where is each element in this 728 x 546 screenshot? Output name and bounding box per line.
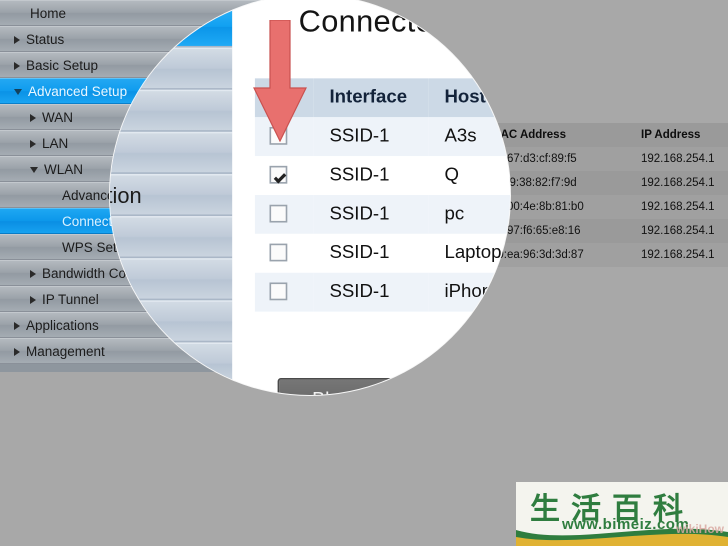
sidebar-item-text: WLAN bbox=[44, 162, 84, 177]
sidebar-item-label: WAN bbox=[0, 110, 73, 125]
magnified-page: HomeStatusBasic SetupAdvanced SetupWANLA… bbox=[110, 0, 510, 395]
annotation-arrow bbox=[253, 19, 307, 143]
triangle-right-icon bbox=[14, 36, 20, 45]
block-button-magnified[interactable]: Block bbox=[277, 378, 395, 395]
sidebar-item-text: Advanced Configuration bbox=[110, 183, 142, 208]
table-row-magnified[interactable]: SSID-1Q5c:f9:38:82:f7:9d192.168.254.1 bbox=[254, 156, 510, 195]
sidebar-item-label: WLAN bbox=[0, 162, 83, 177]
cell-interface: SSID-1 bbox=[313, 156, 429, 195]
sidebar-item-label: IP Tunnel bbox=[0, 292, 99, 307]
sidebar-item-text: Home bbox=[30, 6, 67, 21]
sidebar-item-applications-magnified[interactable]: Applications bbox=[110, 384, 233, 395]
sidebar-item-text: IP Tunnel bbox=[42, 292, 99, 307]
cell-interface: SSID-1 bbox=[313, 195, 429, 234]
magnifier-circle: HomeStatusBasic SetupAdvanced SetupWANLA… bbox=[110, 0, 510, 395]
cell-host-name: iPhone bbox=[428, 272, 510, 312]
sidebar-item-ip-tunnel-magnified[interactable]: IP Tunnel bbox=[110, 342, 233, 385]
sidebar-nav-magnified: HomeStatusBasic SetupAdvanced SetupWANLA… bbox=[110, 0, 233, 395]
sidebar-item-advanced-setup-magnified[interactable]: Advanced Setup bbox=[110, 5, 233, 48]
row-select-cell[interactable] bbox=[254, 195, 314, 234]
column-header-host-name: Host Name bbox=[428, 78, 510, 118]
sidebar-item-wps-settings-magnified[interactable]: WPS Settings bbox=[110, 258, 233, 301]
action-button-row-magnified: Block Apply bbox=[277, 378, 510, 395]
device-checkbox[interactable] bbox=[269, 205, 288, 224]
row-select-cell[interactable] bbox=[254, 272, 314, 312]
cell-ip: 192.168.254.1 bbox=[631, 243, 728, 267]
page-title-magnified: Connected Devices bbox=[298, 5, 510, 40]
cell-host-name: Q bbox=[428, 156, 510, 195]
triangle-right-icon bbox=[14, 348, 20, 357]
triangle-right-icon bbox=[30, 270, 36, 279]
sidebar-item-wlan-magnified[interactable]: WLAN bbox=[110, 131, 233, 174]
triangle-down-icon bbox=[30, 166, 38, 173]
triangle-right-icon bbox=[30, 296, 36, 305]
sidebar-item-text: Management bbox=[26, 344, 105, 359]
sidebar-item-label: Advanced Setup bbox=[0, 84, 127, 99]
apply-button-magnified[interactable]: Apply bbox=[412, 378, 510, 395]
triangle-right-icon bbox=[30, 114, 36, 123]
cell-host-name: Laptop bbox=[428, 233, 510, 273]
sidebar-item-label: Advanced Configuration bbox=[110, 184, 142, 208]
table-row-magnified[interactable]: SSID-1iPhone80:ea:96:3d:3d:87192.168.254… bbox=[254, 272, 510, 312]
cell-ip: 192.168.254.1 bbox=[631, 147, 728, 171]
sidebar-item-text: Applications bbox=[26, 318, 99, 333]
sidebar-item-label: Home bbox=[0, 6, 66, 21]
device-checkbox[interactable] bbox=[269, 244, 288, 263]
sidebar-item-label: Basic Setup bbox=[0, 58, 98, 73]
cell-ip: 192.168.254.1 bbox=[631, 219, 728, 243]
sidebar-item-label: LAN bbox=[0, 136, 68, 151]
row-select-cell[interactable] bbox=[254, 156, 314, 195]
column-header-interface: Interface bbox=[313, 78, 429, 118]
sidebar-item-connected-devices-magnified[interactable]: Connected Devices bbox=[110, 216, 233, 259]
sidebar-item-lan-magnified[interactable]: LAN bbox=[110, 89, 233, 132]
sidebar-item-text: Basic Setup bbox=[26, 58, 99, 73]
cell-interface: SSID-1 bbox=[313, 117, 429, 157]
cell-interface: SSID-1 bbox=[313, 233, 429, 273]
triangle-right-icon bbox=[14, 62, 20, 71]
triangle-right-icon bbox=[14, 322, 20, 331]
sidebar-item-label: Applications bbox=[0, 318, 99, 333]
device-checkbox[interactable] bbox=[269, 283, 288, 302]
sidebar-item-text: WAN bbox=[42, 110, 73, 125]
down-arrow-icon bbox=[253, 19, 307, 143]
device-checkbox[interactable] bbox=[269, 166, 288, 185]
watermark: 生活百科 www.bimeiz.com wikiHow bbox=[516, 482, 728, 546]
cell-interface: SSID-1 bbox=[313, 272, 429, 312]
table-row-magnified[interactable]: SSID-1Laptop34:97:f6:65:e8:16192.168.254… bbox=[254, 233, 510, 273]
watermark-brand: wikiHow bbox=[675, 522, 724, 536]
cell-ip: 192.168.254.1 bbox=[631, 171, 728, 195]
sidebar-item-label: Status bbox=[0, 32, 64, 47]
triangle-down-icon bbox=[14, 88, 22, 95]
sidebar-item-text: LAN bbox=[42, 136, 69, 151]
row-select-cell[interactable] bbox=[254, 233, 314, 273]
sidebar-item-text: Status bbox=[26, 32, 65, 47]
table-row-magnified[interactable]: SSID-1pc90:00:4e:8b:81:b0192.168.254.1 bbox=[254, 195, 510, 234]
triangle-right-icon bbox=[30, 140, 36, 149]
sidebar-item-label: Management bbox=[0, 344, 105, 359]
watermark-url: www.bimeiz.com bbox=[562, 516, 690, 533]
sidebar-item-wan-magnified[interactable]: WAN bbox=[110, 47, 233, 90]
cell-ip: 192.168.254.1 bbox=[631, 195, 728, 219]
cell-host-name: pc bbox=[428, 195, 510, 234]
sidebar-item-advanced-configuration-magnified[interactable]: Advanced Configuration bbox=[110, 173, 233, 217]
cell-host-name: A3s bbox=[428, 117, 510, 157]
column-header-ip-address: IP Address bbox=[631, 123, 728, 147]
sidebar-item-bandwidth-control-magnified[interactable]: Bandwidth Control bbox=[110, 300, 233, 343]
